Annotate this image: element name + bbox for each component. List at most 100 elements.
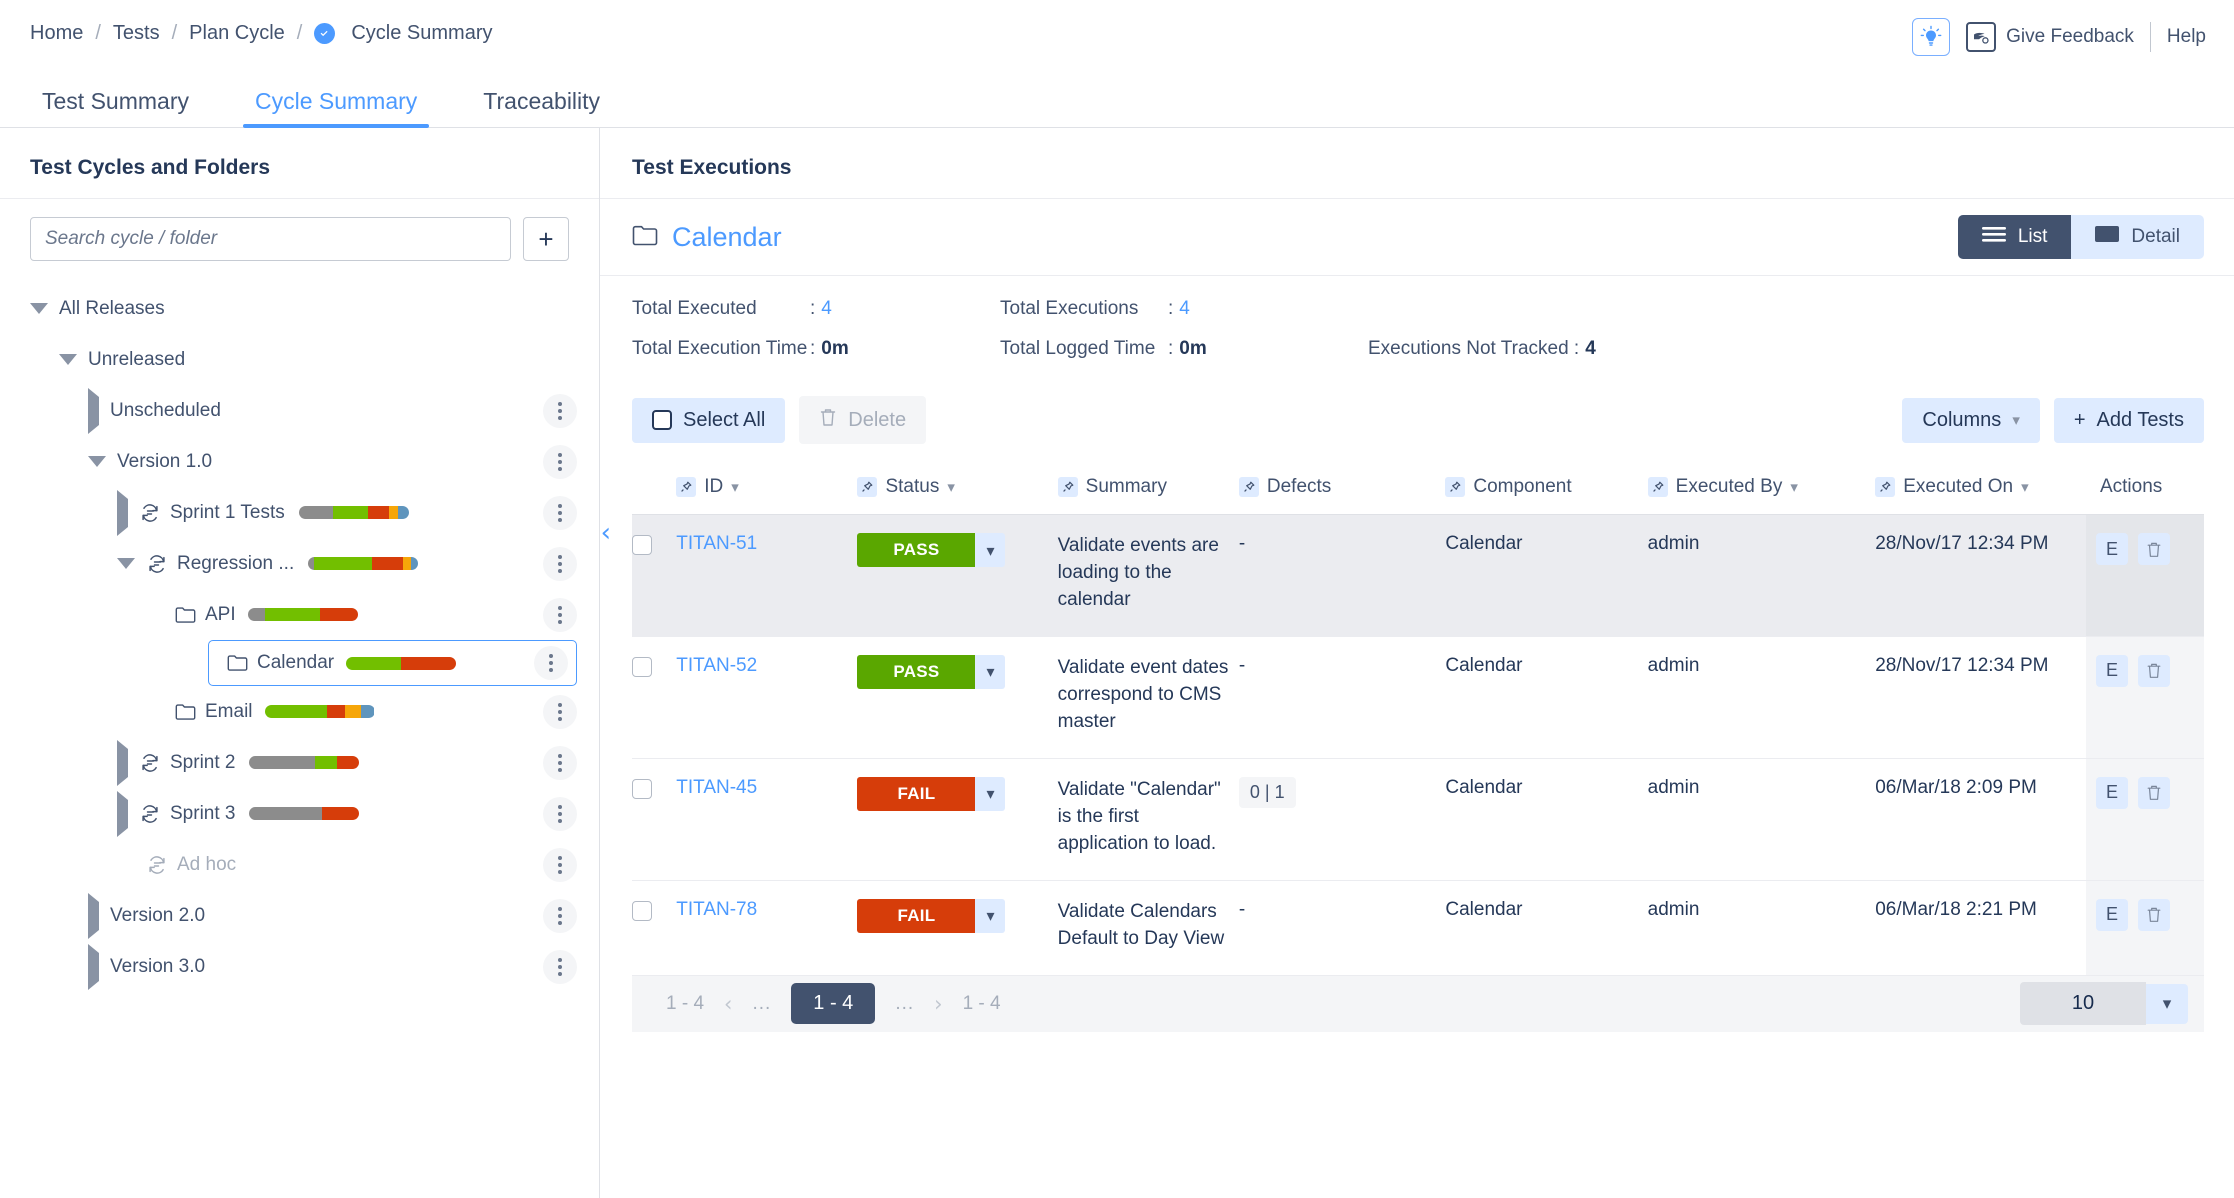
- pin-icon[interactable]: [1445, 477, 1466, 497]
- pin-icon[interactable]: [1647, 477, 1668, 497]
- add-tests-button[interactable]: + Add Tests: [2053, 397, 2204, 443]
- help-link[interactable]: Help: [2167, 26, 2206, 48]
- execute-button[interactable]: E: [2095, 654, 2128, 687]
- caret-right-icon[interactable]: [117, 489, 128, 536]
- pin-icon[interactable]: [857, 477, 878, 497]
- tree-item-all-releases[interactable]: All Releases: [0, 283, 599, 334]
- status-dropdown-chevron-icon[interactable]: ▾: [975, 898, 1006, 933]
- tree-item-version-3-0[interactable]: Version 3.0: [0, 941, 599, 992]
- row-id-link[interactable]: TITAN-45: [676, 777, 757, 798]
- tree-item-menu-icon[interactable]: [543, 796, 577, 831]
- tree-item-menu-icon[interactable]: [543, 393, 577, 428]
- table-row[interactable]: TITAN-51 PASS ▾ Validate events are loading…: [632, 514, 2204, 637]
- chevron-down-icon[interactable]: ▾: [2021, 478, 2029, 496]
- tree-item-menu-icon[interactable]: [543, 949, 577, 984]
- pagination-next-icon[interactable]: ›: [934, 992, 942, 1016]
- execute-button[interactable]: E: [2095, 533, 2128, 565]
- execute-button[interactable]: E: [2095, 776, 2128, 809]
- tree-item-api[interactable]: API: [0, 589, 599, 640]
- chevron-down-icon[interactable]: ▾: [947, 478, 955, 496]
- columns-button[interactable]: Columns ▾: [1902, 397, 2040, 443]
- column-header-executed-by[interactable]: Executed By ▾: [1647, 462, 1876, 515]
- tree-item-sprint-2[interactable]: Sprint 2: [0, 737, 599, 788]
- page-size-selector[interactable]: 10 ▾: [2020, 982, 2188, 1026]
- breadcrumb-item-cycle-summary[interactable]: Cycle Summary: [351, 22, 492, 45]
- caret-right-icon[interactable]: [88, 943, 99, 990]
- tree-item-unscheduled[interactable]: Unscheduled: [0, 385, 599, 436]
- tree-item-sprint-1-tests[interactable]: Sprint 1 Tests: [0, 487, 599, 538]
- select-all-button[interactable]: Select All: [632, 397, 786, 443]
- delete-row-trash-icon[interactable]: [2137, 654, 2170, 687]
- select-all-checkbox[interactable]: [652, 410, 672, 430]
- folder-name-link[interactable]: Calendar: [672, 222, 782, 253]
- column-header-component[interactable]: Component: [1445, 462, 1648, 515]
- tree-item-regression[interactable]: Regression ...: [0, 538, 599, 589]
- status-badge[interactable]: FAIL: [857, 898, 976, 933]
- caret-down-icon[interactable]: [88, 456, 106, 467]
- pin-icon[interactable]: [1875, 477, 1896, 497]
- status-badge[interactable]: FAIL: [857, 776, 976, 811]
- status-dropdown-chevron-icon[interactable]: ▾: [975, 776, 1006, 811]
- chevron-down-icon[interactable]: ▾: [1790, 478, 1798, 496]
- caret-down-icon[interactable]: [30, 303, 48, 314]
- delete-row-trash-icon[interactable]: [2137, 533, 2170, 565]
- row-id-link[interactable]: TITAN-51: [676, 533, 757, 554]
- row-id-link[interactable]: TITAN-78: [676, 899, 757, 920]
- tree-item-menu-icon[interactable]: [543, 694, 577, 729]
- tree-item-sprint-3[interactable]: Sprint 3: [0, 788, 599, 839]
- delete-button[interactable]: Delete: [799, 396, 927, 444]
- tree-item-unreleased[interactable]: Unreleased: [0, 334, 599, 385]
- tree-item-email[interactable]: Email: [0, 686, 599, 737]
- row-checkbox[interactable]: [632, 778, 652, 799]
- delete-row-trash-icon[interactable]: [2137, 776, 2170, 809]
- column-header-id[interactable]: ID ▾: [676, 462, 858, 515]
- breadcrumb-item-plan-cycle[interactable]: Plan Cycle: [189, 22, 285, 45]
- tab-test-summary[interactable]: Test Summary: [30, 88, 201, 128]
- status-dropdown-chevron-icon[interactable]: ▾: [975, 533, 1006, 567]
- chevron-down-icon[interactable]: ▾: [2146, 983, 2188, 1024]
- caret-down-icon[interactable]: [59, 354, 77, 365]
- caret-right-icon[interactable]: [88, 892, 99, 939]
- execute-button[interactable]: E: [2095, 898, 2128, 931]
- pagination-prev-icon[interactable]: ‹: [724, 992, 732, 1016]
- tree-item-version-2-0[interactable]: Version 2.0: [0, 890, 599, 941]
- column-header-defects[interactable]: Defects: [1238, 462, 1446, 515]
- row-checkbox[interactable]: [632, 535, 652, 555]
- defects-badge[interactable]: 0 | 1: [1238, 776, 1296, 808]
- tree-item-menu-icon[interactable]: [534, 646, 568, 680]
- pin-icon[interactable]: [676, 477, 697, 497]
- row-id-link[interactable]: TITAN-52: [676, 655, 757, 676]
- table-row[interactable]: TITAN-52 PASS ▾ Validate event dates corres…: [632, 636, 2204, 759]
- tab-traceability[interactable]: Traceability: [471, 88, 612, 128]
- add-cycle-button[interactable]: +: [523, 217, 569, 261]
- lightbulb-icon[interactable]: [1912, 18, 1951, 56]
- caret-down-icon[interactable]: [117, 558, 135, 569]
- status-badge[interactable]: PASS: [857, 533, 976, 567]
- pagination-prev-dots[interactable]: ...: [752, 993, 771, 1015]
- view-mode-detail[interactable]: Detail: [2071, 215, 2204, 259]
- give-feedback-button[interactable]: Give Feedback: [1966, 22, 2134, 52]
- tree-item-menu-icon[interactable]: [543, 546, 577, 581]
- tree-item-menu-icon[interactable]: [543, 847, 577, 882]
- column-header-summary[interactable]: Summary: [1057, 462, 1239, 515]
- table-row[interactable]: TITAN-78 FAIL ▾ Validate Calendars Default …: [632, 880, 2204, 976]
- tree-item-version-1-0[interactable]: Version 1.0: [0, 436, 599, 487]
- caret-right-icon[interactable]: [88, 387, 99, 434]
- tree-item-ad-hoc[interactable]: Ad hoc: [0, 839, 599, 890]
- tree-item-calendar[interactable]: Calendar: [208, 640, 577, 686]
- caret-right-icon[interactable]: [117, 790, 128, 837]
- column-header-executed-on[interactable]: Executed On ▾: [1875, 462, 2086, 515]
- breadcrumb-item-home[interactable]: Home: [30, 22, 83, 45]
- tree-item-menu-icon[interactable]: [543, 745, 577, 780]
- tree-item-menu-icon[interactable]: [543, 898, 577, 933]
- column-header-status[interactable]: Status ▾: [857, 462, 1058, 515]
- tree-item-menu-icon[interactable]: [543, 444, 577, 479]
- chevron-down-icon[interactable]: ▾: [731, 478, 739, 496]
- status-dropdown-chevron-icon[interactable]: ▾: [975, 654, 1006, 689]
- tree-item-menu-icon[interactable]: [543, 495, 577, 530]
- pagination-next-dots[interactable]: ...: [895, 993, 914, 1015]
- caret-right-icon[interactable]: [117, 739, 128, 786]
- pin-icon[interactable]: [1238, 477, 1259, 497]
- delete-row-trash-icon[interactable]: [2137, 898, 2170, 931]
- view-mode-list[interactable]: List: [1957, 215, 2072, 259]
